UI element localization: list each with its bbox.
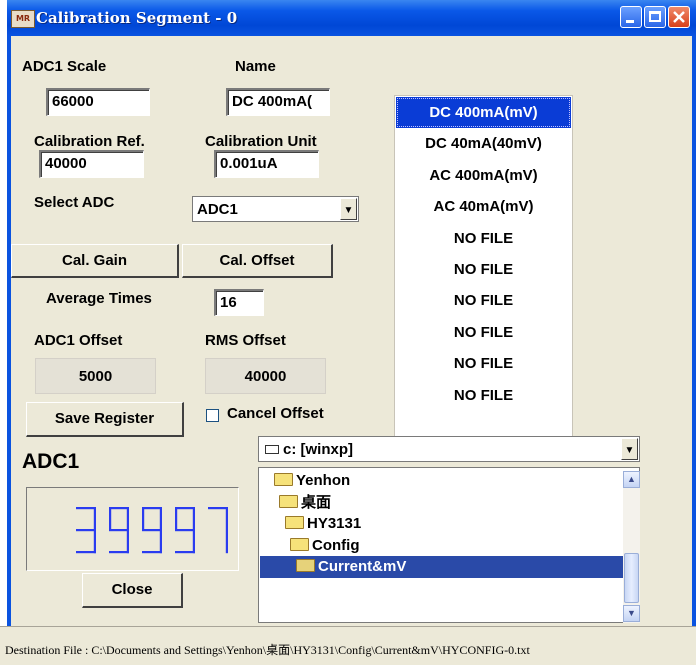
tree-item-hy3131[interactable]: HY3131 — [285, 513, 361, 535]
lcd-segment — [225, 507, 228, 529]
lcd-segment — [109, 529, 129, 532]
save-register-button[interactable]: Save Register — [26, 402, 184, 437]
drive-label: c: [winxp] — [283, 441, 353, 458]
close-window-button[interactable] — [668, 6, 690, 28]
lcd-segment — [225, 529, 228, 554]
segment-list-item[interactable]: AC 40mA(mV) — [396, 191, 571, 222]
cal-gain-button[interactable]: Cal. Gain — [11, 244, 179, 278]
maximize-icon — [649, 11, 661, 22]
lcd-segment — [142, 507, 145, 529]
cancel-offset-checkbox[interactable] — [206, 409, 219, 422]
folder-icon — [279, 495, 298, 508]
adc1-offset-value: 5000 — [35, 358, 156, 394]
segment-list-item[interactable]: DC 400mA(mV) — [396, 97, 571, 128]
scroll-down-icon[interactable]: ▼ — [623, 605, 640, 622]
folder-icon — [290, 538, 309, 551]
lcd-digits — [76, 507, 228, 554]
segment-list-item[interactable]: NO FILE — [396, 254, 571, 285]
tree-item-yenhon[interactable]: Yenhon — [274, 470, 350, 492]
lcd-segment — [175, 529, 195, 532]
lcd-segment — [76, 507, 96, 510]
lcd-segment — [192, 507, 195, 529]
dialog-client-area: ADC1 Scale Name 66000 DC 400mA( Calibrat… — [11, 36, 692, 660]
segment-list-item[interactable]: NO FILE — [396, 380, 571, 411]
average-times-input[interactable]: 16 — [214, 289, 264, 316]
segment-list-item[interactable]: NO FILE — [396, 223, 571, 254]
lcd-segment — [142, 529, 162, 532]
calibration-unit-label: Calibration Unit — [205, 133, 317, 150]
drive-icon — [265, 445, 279, 454]
tree-scrollbar[interactable]: ▲ ▼ — [623, 471, 640, 623]
segment-list-item[interactable]: NO FILE — [396, 285, 571, 316]
scroll-thumb[interactable] — [624, 553, 639, 603]
segment-list-item[interactable]: AC 400mA(mV) — [396, 160, 571, 191]
calibration-unit-input[interactable]: 0.001uA — [214, 150, 319, 178]
select-adc-dropdown[interactable]: ADC1 ▼ — [192, 196, 359, 222]
lcd-segment — [76, 529, 96, 532]
lcd-segment — [126, 529, 129, 554]
lcd-segment — [126, 507, 129, 529]
segment-list[interactable]: DC 400mA(mV) DC 40mA(40mV) AC 400mA(mV) AC … — [394, 95, 573, 447]
lcd-segment — [93, 529, 96, 554]
select-adc-value: ADC1 — [197, 201, 238, 218]
lcd-segment — [192, 529, 195, 554]
tree-item-current-mv[interactable]: Current&mV — [260, 556, 629, 578]
adc1-title: ADC1 — [22, 450, 80, 473]
calibration-ref-input[interactable]: 40000 — [39, 150, 144, 178]
maximize-button[interactable] — [644, 6, 666, 28]
lcd-segment — [109, 507, 129, 510]
lcd-segment — [159, 507, 162, 529]
name-label: Name — [235, 58, 276, 75]
adc1-scale-input[interactable]: 66000 — [46, 88, 150, 116]
lcd-segment — [208, 507, 228, 510]
tree-item-config[interactable]: Config — [290, 535, 359, 557]
calibration-ref-label: Calibration Ref. — [34, 133, 145, 150]
scroll-up-icon[interactable]: ▲ — [623, 471, 640, 488]
tree-item-desktop[interactable]: 桌面 — [279, 492, 331, 514]
segment-list-item[interactable]: NO FILE — [396, 317, 571, 348]
lcd-segment — [175, 551, 195, 554]
calibration-dialog: MR Calibration Segment - 0 ADC1 Scale Na… — [7, 0, 696, 664]
adc1-offset-label: ADC1 Offset — [34, 332, 123, 349]
lcd-segment — [142, 551, 162, 554]
select-adc-label: Select ADC — [34, 194, 115, 211]
app-icon: MR — [11, 10, 35, 28]
folder-icon — [285, 516, 304, 529]
average-times-label: Average Times — [46, 290, 152, 307]
window-title: Calibration Segment - 0 — [36, 9, 238, 27]
drive-dropdown[interactable]: c: [winxp] ▼ — [258, 436, 640, 462]
lcd-segment — [175, 507, 178, 529]
folder-icon — [274, 473, 293, 486]
title-bar[interactable]: MR Calibration Segment - 0 — [7, 0, 696, 36]
rms-offset-value: 40000 — [205, 358, 326, 394]
chevron-down-icon[interactable]: ▼ — [621, 438, 638, 460]
close-button[interactable]: Close — [82, 573, 183, 608]
lcd-segment — [109, 507, 112, 529]
name-input[interactable]: DC 400mA( — [226, 88, 330, 116]
cancel-offset-label: Cancel Offset — [227, 405, 324, 422]
cal-offset-button[interactable]: Cal. Offset — [182, 244, 333, 278]
lcd-segment — [142, 507, 162, 510]
drive-dropdown-value: c: [winxp] — [265, 441, 353, 458]
folder-open-icon — [296, 559, 315, 572]
destination-file-text: Destination File : C:\Documents and Sett… — [5, 643, 530, 657]
minimize-button[interactable] — [620, 6, 642, 28]
segment-list-item[interactable]: DC 40mA(40mV) — [396, 128, 571, 159]
rms-offset-label: RMS Offset — [205, 332, 286, 349]
adc1-scale-label: ADC1 Scale — [22, 58, 107, 75]
lcd-segment — [175, 507, 195, 510]
lcd-segment — [76, 551, 96, 554]
close-icon — [673, 11, 685, 23]
lcd-segment — [109, 551, 129, 554]
lcd-segment — [93, 507, 96, 529]
segment-list-item[interactable]: NO FILE — [396, 348, 571, 379]
adc1-reading-display: 39997 — [26, 487, 239, 571]
lcd-segment — [159, 529, 162, 554]
minimize-icon — [626, 20, 634, 23]
chevron-down-icon[interactable]: ▼ — [340, 198, 357, 220]
